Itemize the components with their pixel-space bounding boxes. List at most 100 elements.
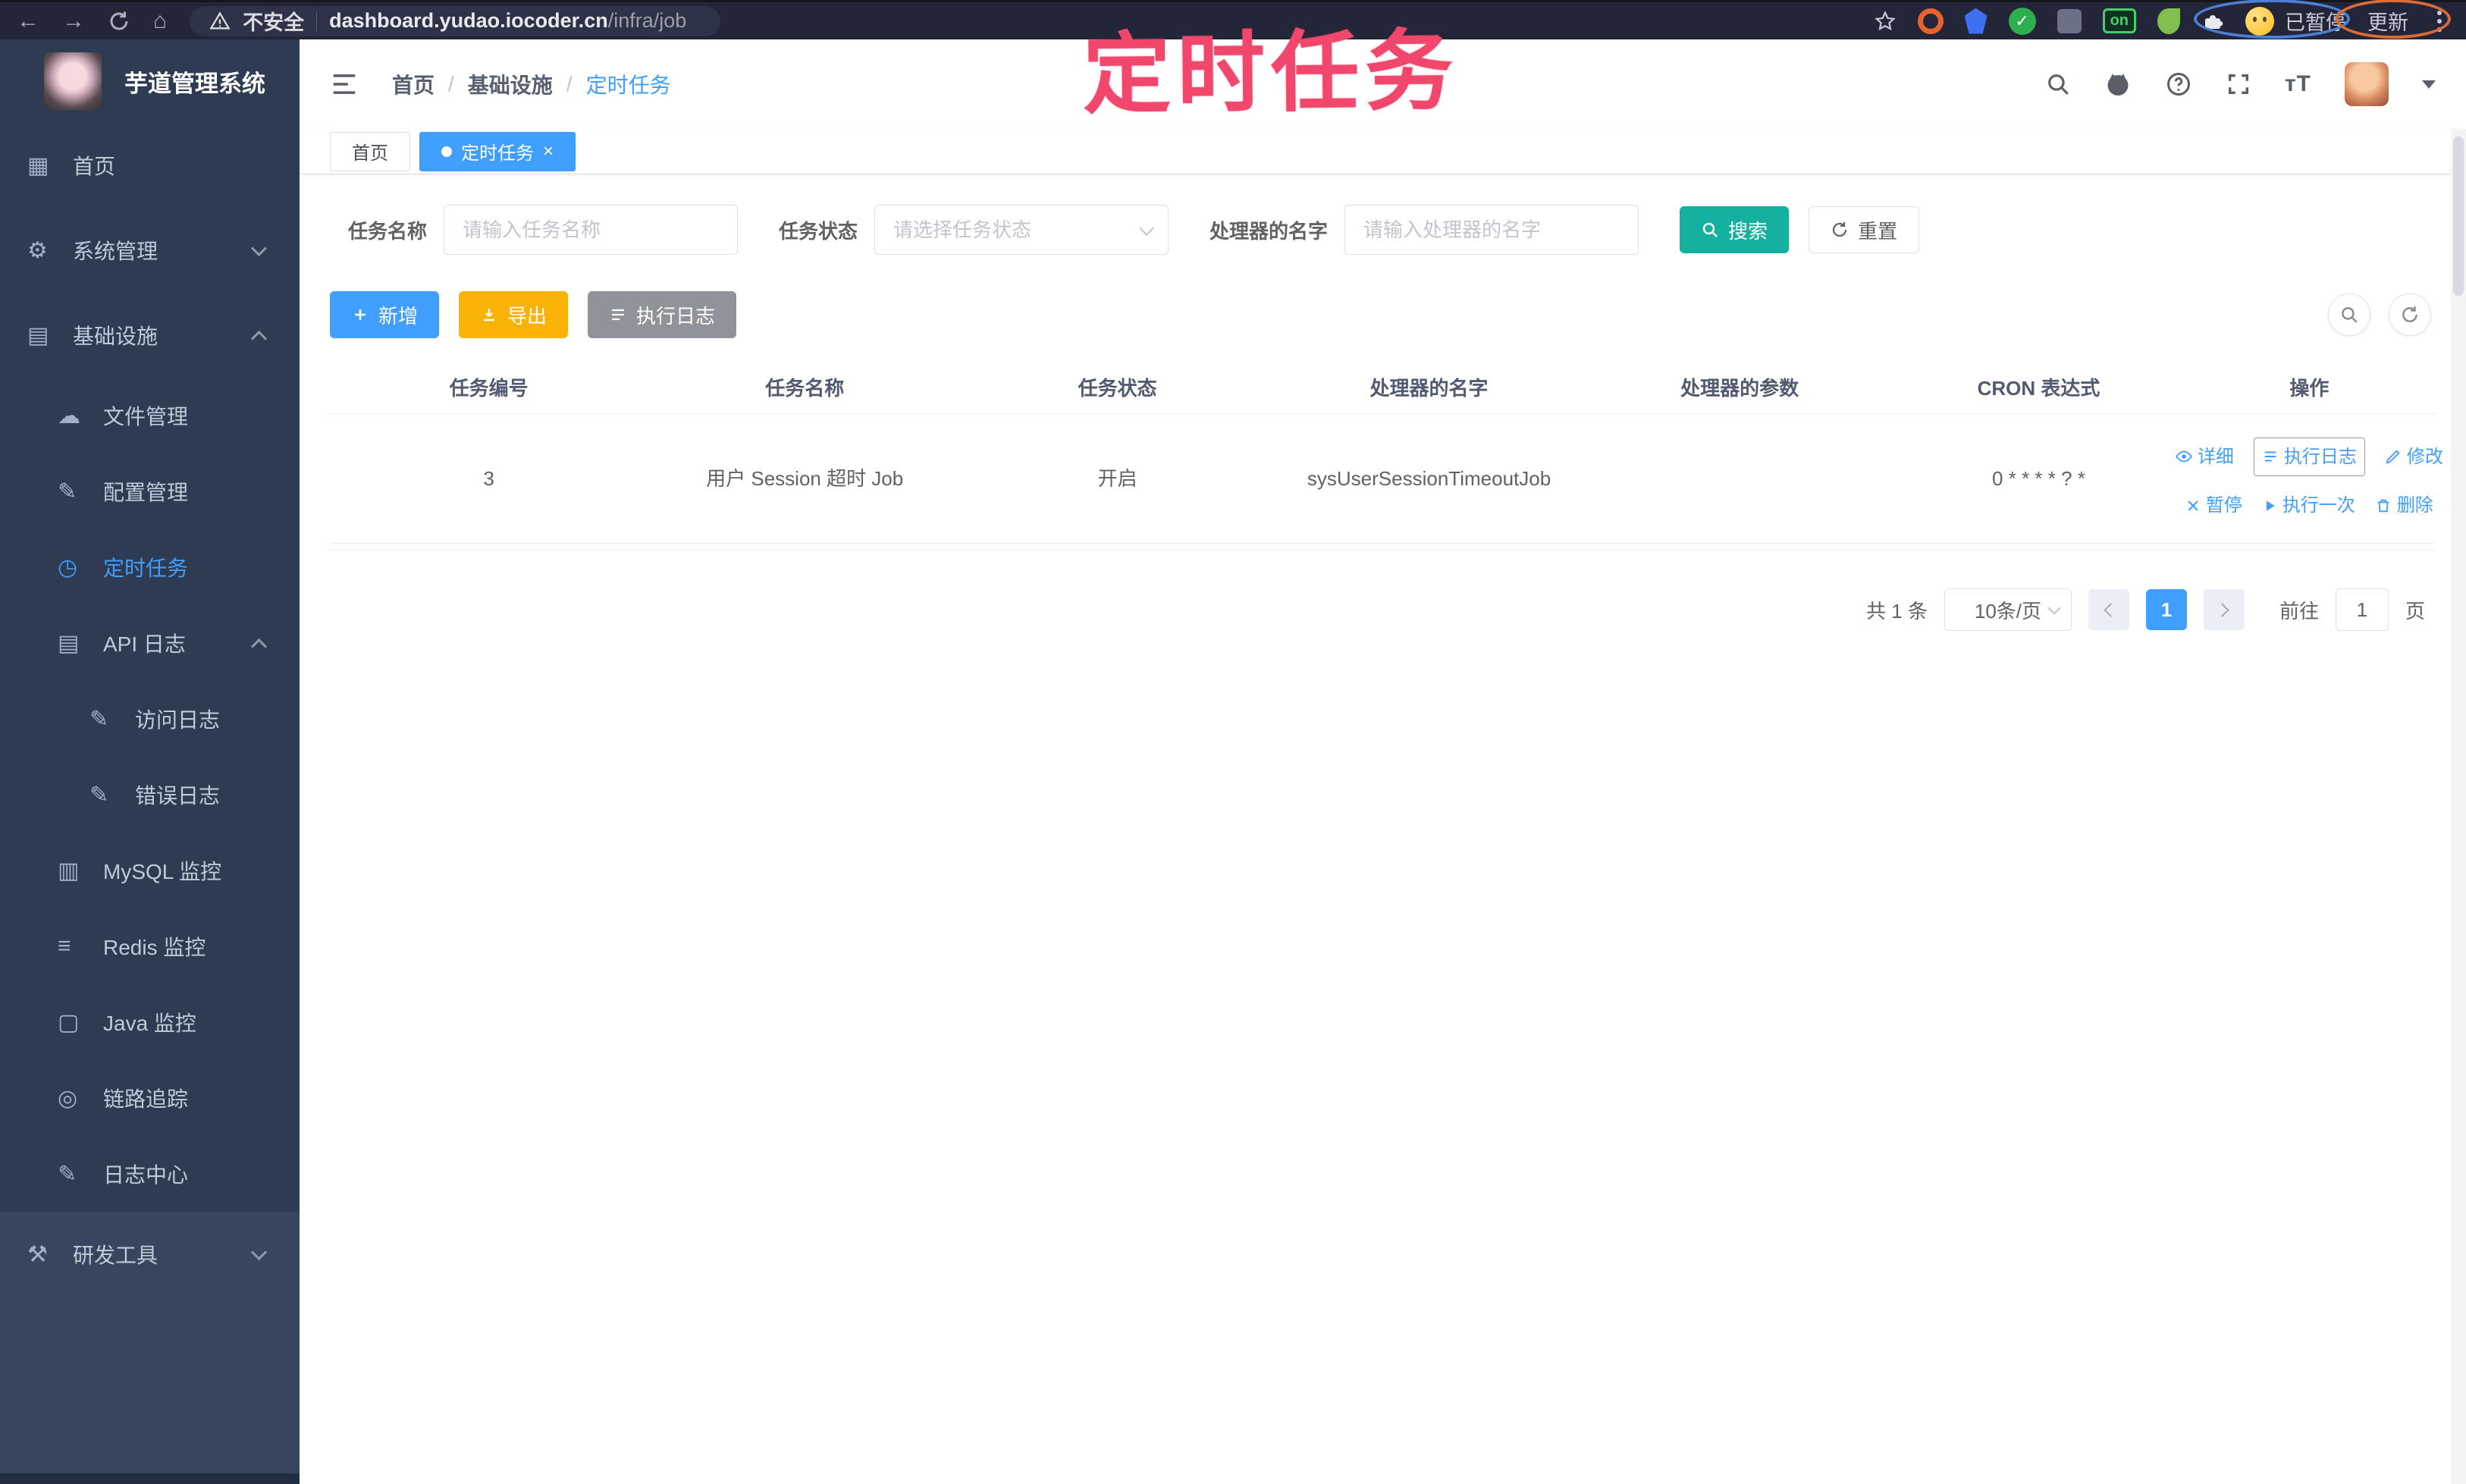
bookmark-star-icon[interactable]	[1874, 10, 1897, 33]
access-log-icon: ✎	[89, 706, 109, 732]
cell-actions: 详细 执行日志 修改 暂停 执行一次 删除	[2176, 414, 2443, 543]
delete-link[interactable]: 删除	[2375, 491, 2433, 519]
sidebar-item-java-monitor[interactable]: ▢ Java 监控	[0, 984, 300, 1060]
sidebar-item-error-logs[interactable]: ✎ 错误日志	[0, 757, 300, 833]
col-task-status: 任务状态	[1078, 377, 1157, 400]
task-name-input[interactable]	[444, 205, 739, 255]
tab-scheduled-tasks[interactable]: 定时任务 ×	[419, 131, 576, 171]
log-center-icon: ✎	[58, 1161, 77, 1187]
search-button[interactable]: 搜索	[1680, 206, 1790, 253]
col-handler-param: 处理器的参数	[1680, 377, 1799, 400]
browser-home-icon[interactable]: ⌂	[153, 9, 167, 33]
execution-log-button[interactable]: 执行日志	[588, 291, 737, 338]
extension-green-check-icon[interactable]: ✓	[2008, 7, 2036, 35]
extension-blue-icon[interactable]	[1964, 8, 1988, 34]
extension-grid-icon[interactable]	[2057, 8, 2082, 33]
cloud-upload-icon: ☁	[58, 403, 80, 428]
sidebar-item-devtools[interactable]: ⚒ 研发工具	[0, 1212, 300, 1297]
refresh-table-button[interactable]	[2389, 293, 2431, 336]
search-icon[interactable]	[2045, 71, 2071, 97]
sidebar-item-file-management[interactable]: ☁ 文件管理	[0, 378, 300, 453]
add-button[interactable]: 新增	[330, 291, 440, 338]
page-size-select[interactable]: 10条/页	[1944, 588, 2072, 631]
sidebar-collapse-icon[interactable]	[330, 70, 359, 99]
chevron-up-icon	[250, 638, 268, 654]
browser-profile-chip[interactable]: 已暂停	[2245, 6, 2346, 36]
sidebar-item-log-center[interactable]: ✎ 日志中心	[0, 1136, 300, 1212]
edit-link[interactable]: 修改	[2385, 443, 2443, 471]
browser-forward-icon[interactable]: →	[62, 9, 85, 33]
pause-link[interactable]: 暂停	[2185, 491, 2242, 519]
exec-log-link[interactable]: 执行日志	[2253, 437, 2365, 476]
sidebar-item-trace[interactable]: ◎ 链路追踪	[0, 1060, 300, 1136]
page-header: 首页 / 基础设施 / 定时任务 ᴛT	[300, 39, 2466, 129]
profile-emoji-icon	[2245, 6, 2274, 36]
extensions-puzzle-icon[interactable]	[2201, 10, 2224, 33]
chevron-down-icon	[2047, 601, 2061, 615]
scrollbar-thumb[interactable]	[2453, 136, 2464, 296]
handler-name-label: 处理器的名字	[1209, 219, 1329, 243]
avatar-caret-down-icon[interactable]	[2422, 80, 2436, 89]
filter-task-status: 任务状态	[779, 205, 1169, 255]
sidebar-item-mysql-monitor[interactable]: ▥ MySQL 监控	[0, 833, 300, 908]
refresh-icon	[1832, 222, 1847, 237]
task-status-select[interactable]	[874, 205, 1169, 255]
devtools-icon: ⚒	[27, 1241, 48, 1267]
next-page-button[interactable]	[2203, 589, 2245, 630]
mysql-monitor-icon: ▥	[58, 858, 80, 883]
user-avatar[interactable]	[2345, 62, 2389, 106]
page-1-button[interactable]: 1	[2145, 589, 2187, 630]
col-task-name: 任务名称	[765, 377, 845, 400]
goto-label: 前往	[2279, 599, 2319, 623]
sidebar-item-scheduled-tasks[interactable]: ◷ 定时任务	[0, 529, 300, 605]
sidebar-item-home[interactable]: ▦ 首页	[0, 123, 300, 208]
prev-page-button[interactable]	[2088, 589, 2129, 630]
sidebar-item-api-logs[interactable]: ▤ API 日志	[0, 605, 300, 681]
header-actions: ᴛT	[2045, 62, 2436, 106]
java-monitor-icon: ▢	[58, 1009, 80, 1035]
browser-reload-icon[interactable]	[108, 10, 130, 33]
page-scrollbar[interactable]	[2451, 129, 2466, 1484]
font-size-icon[interactable]: ᴛT	[2285, 71, 2311, 97]
address-divider	[316, 11, 318, 31]
detail-link[interactable]: 详细	[2176, 443, 2234, 471]
browser-back-icon[interactable]: ←	[17, 9, 39, 33]
list-icon	[612, 309, 625, 321]
extension-orange-icon[interactable]	[1917, 8, 1944, 34]
tab-home[interactable]: 首页	[330, 131, 410, 171]
breadcrumb-infrastructure[interactable]: 基础设施	[468, 69, 553, 99]
filter-task-name: 任务名称	[348, 205, 739, 255]
sidebar-item-system-management[interactable]: ⚙ 系统管理	[0, 208, 300, 293]
content: 任务名称 任务状态 处理器的名字 搜索 重置	[300, 205, 2466, 631]
run-once-link[interactable]: 执行一次	[2262, 491, 2355, 519]
breadcrumb-home[interactable]: 首页	[392, 69, 435, 99]
filter-handler-name: 处理器的名字	[1209, 205, 1639, 255]
app-logo-row[interactable]: 芋道管理系统	[0, 39, 300, 123]
security-label[interactable]: 不安全	[243, 6, 304, 36]
github-icon[interactable]	[2104, 71, 2132, 98]
sidebar-item-config-management[interactable]: ✎ 配置管理	[0, 453, 300, 529]
tab-close-icon[interactable]: ×	[543, 142, 554, 161]
gear-icon: ⚙	[27, 237, 48, 263]
help-icon[interactable]	[2165, 71, 2192, 98]
page-url[interactable]: dashboard.yudao.iocoder.cn/infra/job	[329, 9, 686, 33]
toggle-search-button[interactable]	[2328, 293, 2370, 336]
reset-button[interactable]: 重置	[1809, 206, 1920, 253]
handler-name-input[interactable]	[1344, 205, 1639, 255]
page-unit-label: 页	[2405, 599, 2425, 623]
cell-task-name: 用户 Session 超时 Job	[706, 466, 904, 490]
fullscreen-icon[interactable]	[2226, 71, 2251, 97]
warning-icon	[209, 11, 231, 32]
sidebar-item-redis-monitor[interactable]: ≡ Redis 监控	[0, 908, 300, 984]
play-icon	[2266, 500, 2275, 511]
timer-icon: ◷	[58, 554, 78, 580]
address-bar[interactable]: 不安全 dashboard.yudao.iocoder.cn/infra/job	[190, 5, 721, 36]
export-button[interactable]: 导出	[459, 291, 569, 338]
browser-update-button[interactable]: 更新	[2367, 6, 2408, 36]
on-badge[interactable]: on	[2102, 8, 2136, 33]
goto-page-input[interactable]	[2335, 588, 2389, 631]
sidebar-item-infrastructure[interactable]: ▤ 基础设施	[0, 293, 300, 378]
extension-leaf-icon[interactable]	[2157, 8, 2180, 34]
browser-menu-icon[interactable]	[2437, 18, 2442, 24]
sidebar-item-access-logs[interactable]: ✎ 访问日志	[0, 681, 300, 757]
